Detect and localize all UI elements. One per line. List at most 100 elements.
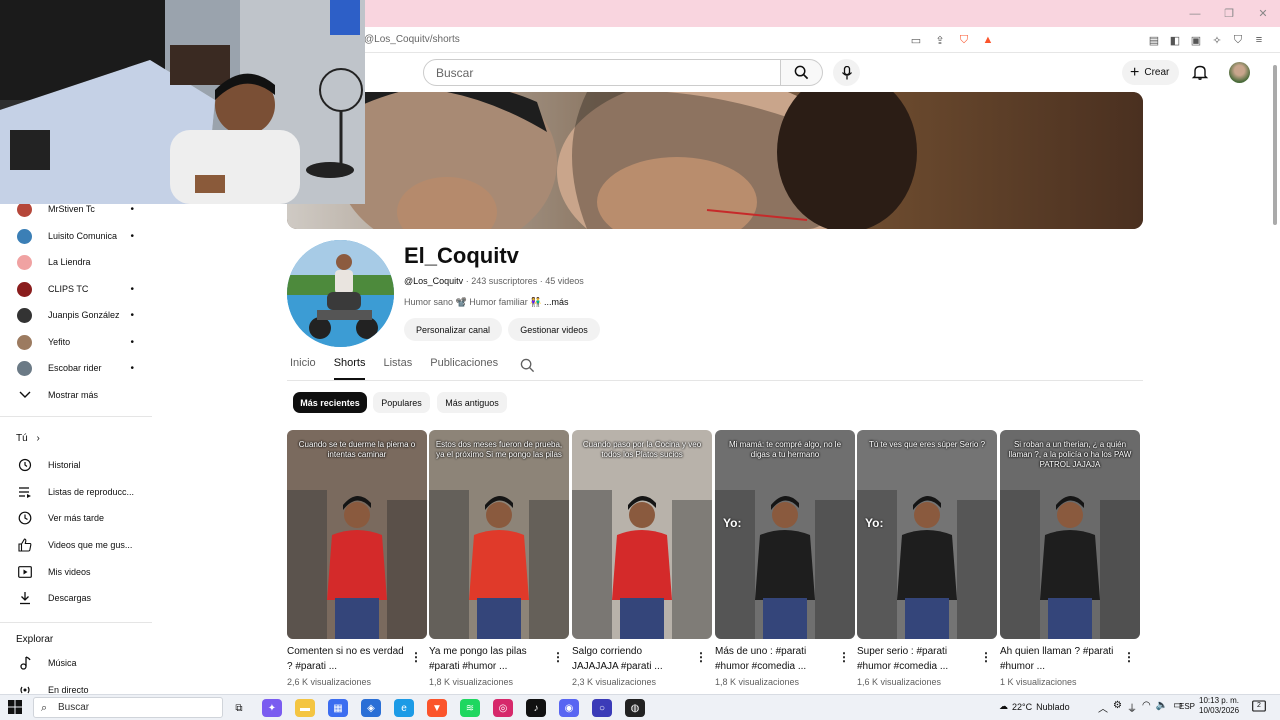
more-options-icon[interactable]: ⋮ [1123, 650, 1135, 664]
cloud-icon: ☁ [999, 701, 1008, 711]
sidebar-subscription-item[interactable]: Juanpis González • [17, 307, 142, 323]
short-title[interactable]: Comenten si no es verdad ? #parati ... [287, 645, 405, 674]
more-options-icon[interactable]: ⋮ [695, 650, 707, 664]
tab-shorts[interactable]: Shorts [333, 357, 366, 380]
url-text[interactable]: @Los_Coquitv/shorts [364, 34, 460, 45]
store-icon[interactable]: ▦ [328, 699, 348, 717]
short-title[interactable]: Salgo corriendo JAJAJAJA #parati ... [572, 645, 690, 674]
description-more-link[interactable]: ...más [544, 297, 569, 307]
channel-avatar-large[interactable] [287, 240, 394, 347]
subscription-name: Escobar rider [48, 363, 102, 373]
chevron-up-icon[interactable]: ︿ [1098, 700, 1108, 715]
reader-icon[interactable]: ▤ [1146, 32, 1162, 48]
short-thumbnail[interactable]: Estos dos meses fueron de prueba, ya el … [429, 430, 569, 639]
wallet-icon[interactable]: ▣ [1188, 32, 1204, 48]
more-options-icon[interactable]: ⋮ [552, 650, 564, 664]
short-thumbnail[interactable]: Mi mamá: te compré algo, no le digas a t… [715, 430, 855, 639]
short-thumbnail[interactable]: Cuando se te duerme la pierna o intentas… [287, 430, 427, 639]
sidebar-subscription-item[interactable]: La Liendra [17, 254, 142, 270]
weather-widget[interactable]: ☁ 22°C Nublado [999, 701, 1070, 712]
short-title[interactable]: Ah quien llaman ? #parati #humor ... [1000, 645, 1118, 674]
spotify-icon[interactable]: ≋ [460, 699, 480, 717]
obs-icon[interactable]: ◍ [625, 699, 645, 717]
language-indicator[interactable]: ESP [1179, 702, 1195, 711]
notification-center-icon[interactable]: 2 [1252, 700, 1266, 714]
photos-icon[interactable]: ◈ [361, 699, 381, 717]
restore-icon[interactable]: ❐ [1212, 0, 1246, 27]
browser-toolbar-icons: ▤ ◧ ▣ ✧ ⛉ ≡ [1146, 32, 1267, 48]
sidebar-subscription-item[interactable]: Yefito • [17, 334, 142, 350]
obs-like-icon[interactable]: ○ [592, 699, 612, 717]
edge-icon[interactable]: e [394, 699, 414, 717]
create-button[interactable]: + Crear [1122, 60, 1180, 85]
search-input[interactable] [423, 59, 782, 86]
manage-videos-button[interactable]: Gestionar videos [508, 318, 600, 341]
copilot-icon[interactable]: ✦ [262, 699, 282, 717]
sidebar-item-music[interactable]: Música [17, 655, 147, 671]
channel-search-icon[interactable] [520, 358, 535, 373]
brave-rewards-icon[interactable]: ▲ [980, 32, 996, 48]
discord-icon[interactable]: ◉ [559, 699, 579, 717]
sidebar-item-downloads[interactable]: Descargas [17, 590, 147, 606]
sidebar-subscription-item[interactable]: Escobar rider • [17, 360, 142, 376]
task-view-icon[interactable]: ⧉ [229, 699, 249, 717]
system-clock[interactable]: 10:13 p. m. 10/03/2026 [1199, 696, 1239, 717]
leo-icon[interactable]: ✧ [1209, 32, 1225, 48]
search-button[interactable] [781, 59, 823, 86]
short-thumbnail[interactable]: Cuando paso por la Cocina y veo todos lo… [572, 430, 712, 639]
short-title[interactable]: Ya me pongo las pilas #parati #humor ... [429, 645, 547, 674]
close-icon[interactable]: ✕ [1246, 0, 1280, 27]
chip-popular[interactable]: Populares [373, 392, 430, 413]
tray-app-icon[interactable]: ⚙ [1113, 700, 1122, 715]
account-avatar[interactable] [1229, 62, 1250, 83]
chip-oldest[interactable]: Más antiguos [437, 392, 507, 413]
tiktok-icon[interactable]: ♪ [526, 699, 546, 717]
chip-most-recent[interactable]: Más recientes [293, 392, 367, 413]
taskbar-search[interactable]: ⌕ Buscar [33, 697, 223, 718]
show-more-button[interactable]: Mostrar más [17, 387, 147, 403]
menu-icon[interactable]: ≡ [1251, 32, 1267, 48]
more-options-icon[interactable]: ⋮ [838, 650, 850, 664]
short-thumbnail[interactable]: Si roban a un therian, ¿ a quién llaman … [1000, 430, 1140, 639]
tab-posts[interactable]: Publicaciones [430, 357, 498, 380]
brave-shield-icon[interactable]: ⛉ [956, 32, 972, 48]
usb-icon[interactable]: ⏚ [1127, 700, 1137, 715]
you-section-header[interactable]: Tú › [16, 433, 40, 444]
notifications-bell-icon[interactable] [1191, 63, 1209, 81]
share-icon[interactable]: ⇪ [932, 32, 948, 48]
sidebar-icon[interactable]: ◧ [1167, 32, 1183, 48]
scrollbar-thumb[interactable] [1273, 65, 1277, 225]
channel-description[interactable]: Humor sano 📽️ Humor familiar 👫 ...más [404, 297, 568, 308]
sidebar-subscription-item[interactable]: MrStiven Tc • [17, 204, 142, 217]
voice-search-button[interactable] [833, 59, 860, 86]
instagram-icon[interactable]: ◎ [493, 699, 513, 717]
vpn-icon[interactable]: ⛉ [1230, 32, 1246, 48]
sidebar-item-my-videos[interactable]: Mis videos [17, 564, 147, 580]
sidebar-item-liked-videos[interactable]: Videos que me gus... [17, 537, 147, 553]
sidebar-subscription-item[interactable]: CLIPS TC • [17, 281, 142, 297]
sidebar-subscription-item[interactable]: Luisito Comunica • [17, 228, 142, 244]
wifi-icon[interactable]: ◠ [1142, 700, 1151, 715]
minimize-icon[interactable]: — [1178, 0, 1212, 27]
short-thumbnail-image [857, 490, 997, 639]
sidebar-item-watch-later[interactable]: Ver más tarde [17, 510, 147, 526]
brave-icon[interactable]: ▼ [427, 699, 447, 717]
tab-home[interactable]: Inicio [290, 357, 316, 380]
short-title[interactable]: Más de uno : #parati #humor #comedia ... [715, 645, 833, 674]
cast-icon[interactable]: ▭ [908, 32, 924, 48]
sidebar-item-history[interactable]: Historial [17, 457, 147, 473]
sidebar-item-live[interactable]: En directo [17, 682, 147, 694]
short-thumbnail[interactable]: Tú te ves que eres súper Serio ? Yo: [857, 430, 997, 639]
windows-start-icon[interactable] [8, 700, 22, 714]
more-options-icon[interactable]: ⋮ [980, 650, 992, 664]
file-explorer-icon[interactable]: ▬ [295, 699, 315, 717]
page-scrollbar[interactable] [1270, 55, 1280, 693]
address-bar-icons: ▭ ⇪ ⛉ ▲ [908, 32, 996, 48]
tab-playlists[interactable]: Listas [383, 357, 412, 380]
more-options-icon[interactable]: ⋮ [410, 650, 422, 664]
customize-channel-button[interactable]: Personalizar canal [404, 318, 502, 341]
sidebar-item-playlists[interactable]: Listas de reproducc... [17, 484, 147, 500]
subscription-name: Luisito Comunica [48, 231, 118, 241]
volume-icon[interactable]: 🔈 [1156, 700, 1168, 715]
short-title[interactable]: Super serio : #parati #humor #comedia ..… [857, 645, 975, 674]
